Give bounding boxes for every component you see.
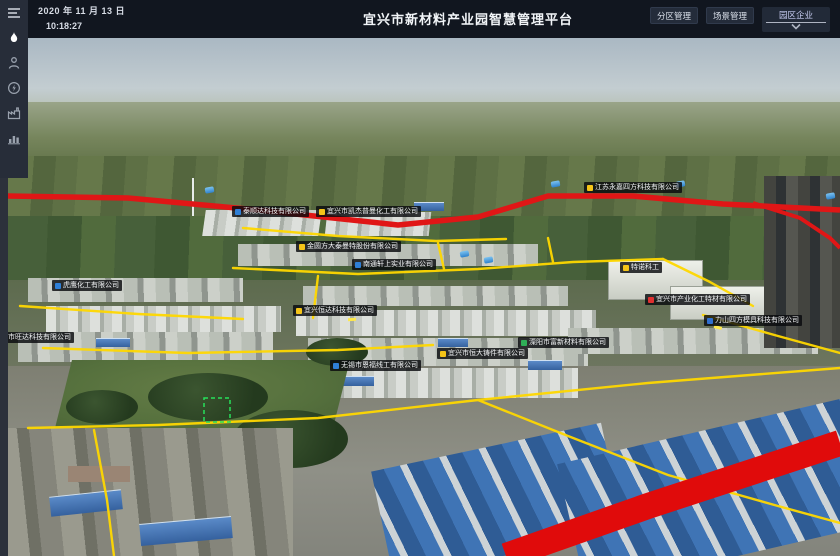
company-label[interactable]: 虎鹰化工有限公司: [52, 280, 122, 291]
menu-icon[interactable]: [7, 5, 22, 20]
app-window: 泰顺达科技有限公司 宜兴市凯杰普曼化工有限公司 金圆方大泰曼特股份有限公司 南通…: [0, 0, 840, 556]
company-label-text: 无锡市恩福线工有限公司: [341, 362, 418, 369]
person-icon[interactable]: [7, 55, 22, 70]
company-label-text: 泰顺达科技有限公司: [243, 208, 306, 215]
bar-chart-icon[interactable]: [7, 130, 22, 145]
company-label-text: 宜兴市产业化工特材有限公司: [656, 296, 747, 303]
factory-marker-icon: [440, 351, 446, 357]
company-label[interactable]: 南通轩上实业有限公司: [352, 259, 436, 270]
company-label[interactable]: 特诺科工: [620, 262, 662, 273]
company-label-text: 兴市旺达科技有限公司: [8, 334, 71, 341]
header-bar: 2020 年 11 月 13 日 10:18:27 宜兴市新材料产业园智慧管理平…: [28, 0, 840, 38]
datetime-panel: 2020 年 11 月 13 日 10:18:27: [38, 4, 125, 31]
company-label-text: 溧阳市富新材料有限公司: [529, 339, 606, 346]
factory-marker-icon: [296, 308, 302, 314]
factory-marker-icon: [355, 262, 361, 268]
company-label[interactable]: 力山四方模具科技有限公司: [704, 315, 802, 326]
sidebar-edge-strip: [0, 178, 8, 556]
company-label[interactable]: 溧阳市富新材料有限公司: [518, 337, 609, 348]
factory-marker-icon: [299, 244, 305, 250]
factory-marker-icon: [55, 283, 61, 289]
company-label[interactable]: 江苏永嘉四方科技有限公司: [584, 182, 682, 193]
company-label[interactable]: 宜兴市产业化工特材有限公司: [645, 294, 750, 305]
chevron-down-icon: [790, 23, 802, 30]
page-title: 宜兴市新材料产业园智慧管理平台: [328, 9, 608, 28]
company-label-text: 江苏永嘉四方科技有限公司: [595, 184, 679, 191]
header-actions: 分区管理 场景管理 园区企业: [650, 7, 830, 32]
company-label[interactable]: 泰顺达科技有限公司: [232, 206, 309, 217]
company-label-text: 宜兴恒达科技有限公司: [304, 307, 374, 314]
company-label-text: 宜兴市恒大铸件有限公司: [448, 350, 525, 357]
scene-manage-button[interactable]: 场景管理: [706, 7, 754, 24]
energy-icon[interactable]: [7, 80, 22, 95]
partition-manage-button[interactable]: 分区管理: [650, 7, 698, 24]
factory-marker-icon: [521, 340, 527, 346]
company-label-text: 虎鹰化工有限公司: [63, 282, 119, 289]
company-label-text: 特诺科工: [631, 264, 659, 271]
map-3d-view[interactable]: 泰顺达科技有限公司 宜兴市凯杰普曼化工有限公司 金圆方大泰曼特股份有限公司 南通…: [8, 38, 840, 556]
company-label[interactable]: 金圆方大泰曼特股份有限公司: [296, 241, 401, 252]
factory-marker-icon: [623, 265, 629, 271]
factory-marker-icon: [235, 209, 241, 215]
company-label[interactable]: 无锡市恩福线工有限公司: [330, 360, 421, 371]
company-label[interactable]: 宜兴市恒大铸件有限公司: [437, 348, 528, 359]
fire-icon[interactable]: [7, 30, 22, 45]
date-text: 2020 年 11 月 13 日: [38, 4, 125, 17]
company-label-text: 南通轩上实业有限公司: [363, 261, 433, 268]
company-label-text: 宜兴市凯杰普曼化工有限公司: [327, 208, 418, 215]
sidebar: [0, 0, 28, 178]
company-label-text: 金圆方大泰曼特股份有限公司: [307, 243, 398, 250]
factory-icon[interactable]: [7, 105, 22, 120]
factory-marker-icon: [587, 185, 593, 191]
yellow-road-network: [20, 228, 840, 556]
factory-marker-icon: [707, 318, 713, 324]
time-text: 10:18:27: [46, 21, 125, 31]
dropdown-label: 园区企业: [779, 9, 813, 21]
factory-marker-icon: [333, 363, 339, 369]
company-label[interactable]: 兴市旺达科技有限公司: [8, 332, 74, 343]
park-enterprise-dropdown[interactable]: 园区企业: [762, 7, 830, 32]
selection-box[interactable]: [204, 398, 230, 422]
factory-marker-icon: [648, 297, 654, 303]
factory-marker-icon: [319, 209, 325, 215]
company-label-text: 力山四方模具科技有限公司: [715, 317, 799, 324]
company-label[interactable]: 宜兴恒达科技有限公司: [293, 305, 377, 316]
red-road-ribbon: [506, 443, 840, 556]
company-label[interactable]: 宜兴市凯杰普曼化工有限公司: [316, 206, 421, 217]
